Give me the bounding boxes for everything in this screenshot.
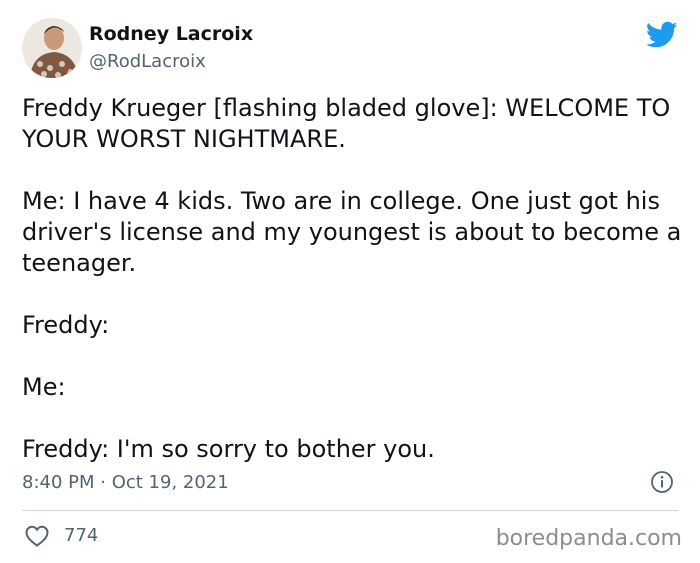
tweet-card: Rodney Lacroix @RodLacroix Freddy Kruege… [0, 0, 700, 563]
tweet-paragraph: Freddy: [22, 311, 110, 339]
tweet-paragraph: Me: I have 4 kids. Two are in college. O… [22, 187, 682, 277]
tweet-meta: 8:40 PM · Oct 19, 2021 [22, 470, 678, 498]
avatar[interactable] [22, 18, 82, 78]
tweet-paragraph: Freddy Krueger [flashing bladed glove]: … [22, 94, 671, 153]
info-circle-icon[interactable] [650, 470, 674, 494]
tweet-paragraph: Me: [22, 373, 66, 401]
author-handle[interactable]: @RodLacroix [89, 51, 206, 72]
tweet-text: Freddy Krueger [flashing bladed glove]: … [22, 93, 682, 496]
avatar-image [22, 18, 82, 78]
divider [22, 510, 678, 511]
tweet-header: Rodney Lacroix @RodLacroix [22, 18, 678, 80]
like-count: 774 [64, 525, 99, 546]
author-display-name[interactable]: Rodney Lacroix [89, 23, 253, 45]
twitter-bird-icon[interactable] [646, 21, 678, 49]
tweet-paragraph: Freddy: I'm so sorry to bother you. [22, 435, 435, 463]
tweet-timestamp[interactable]: 8:40 PM · Oct 19, 2021 [22, 472, 229, 493]
watermark: boredpanda.com [495, 526, 682, 551]
heart-outline-icon[interactable] [24, 524, 50, 548]
